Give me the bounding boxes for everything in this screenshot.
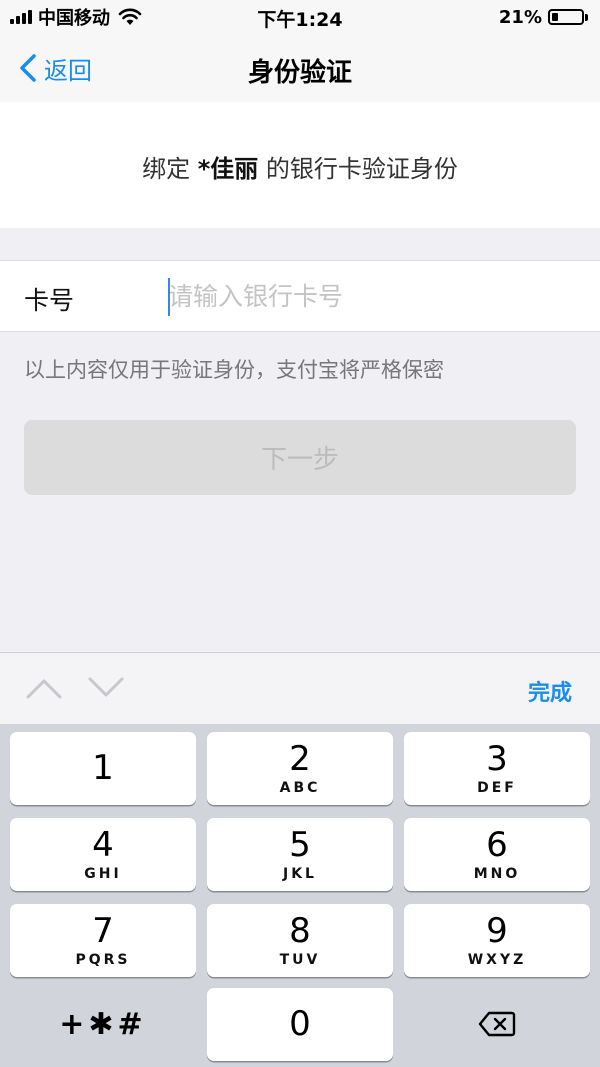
key-letters: PQRS xyxy=(75,952,131,968)
key-digit: 0 xyxy=(289,1004,311,1044)
key-digit: 2 xyxy=(289,739,311,779)
battery-icon xyxy=(548,9,584,25)
key-digit: 4 xyxy=(92,825,114,865)
key-digit: 1 xyxy=(92,748,114,788)
battery-cap xyxy=(585,13,588,21)
symbols-label: +✱# xyxy=(59,1007,147,1042)
chevron-up-icon[interactable] xyxy=(24,671,64,705)
key-2[interactable]: 2 ABC xyxy=(207,732,393,805)
intro-suffix: 的银行卡验证身份 xyxy=(258,155,458,183)
card-number-row: 卡号 xyxy=(0,260,600,332)
intro-section: 绑定 *佳丽 的银行卡验证身份 xyxy=(0,102,600,228)
key-3[interactable]: 3 DEF xyxy=(404,732,590,805)
key-1[interactable]: 1 xyxy=(10,732,196,805)
key-digit: 3 xyxy=(486,739,508,779)
key-0[interactable]: 0 xyxy=(207,988,393,1061)
numeric-keypad: 1 2 ABC 3 DEF 4 GHI 5 JKL 6 MNO 7 PQRS 8… xyxy=(0,724,600,1067)
privacy-hint: 以上内容仅用于验证身份，支付宝将严格保密 xyxy=(24,358,444,382)
key-6[interactable]: 6 MNO xyxy=(404,818,590,891)
key-5[interactable]: 5 JKL xyxy=(207,818,393,891)
delete-key[interactable] xyxy=(404,988,590,1061)
key-digit: 9 xyxy=(486,911,508,951)
battery-percent: 21% xyxy=(498,6,542,28)
masked-user-name: *佳丽 xyxy=(197,155,259,183)
key-letters: TUV xyxy=(279,952,321,968)
key-letters: DEF xyxy=(477,780,517,796)
key-7[interactable]: 7 PQRS xyxy=(10,904,196,977)
key-digit: 5 xyxy=(289,825,311,865)
keyboard-accessory-bar: 完成 xyxy=(0,652,600,724)
card-number-input[interactable] xyxy=(168,275,568,317)
key-4[interactable]: 4 GHI xyxy=(10,818,196,891)
key-9[interactable]: 9 WXYZ xyxy=(404,904,590,977)
key-digit: 6 xyxy=(486,825,508,865)
chevron-down-icon[interactable] xyxy=(86,671,126,705)
key-letters: MNO xyxy=(473,866,521,882)
key-digit: 7 xyxy=(92,911,114,951)
key-digit: 8 xyxy=(289,911,311,951)
battery-level xyxy=(552,13,558,21)
key-letters: JKL xyxy=(283,866,317,882)
nav-bar: 返回 身份验证 xyxy=(0,34,600,102)
key-symbols[interactable]: +✱# xyxy=(10,988,196,1061)
intro-text: 绑定 *佳丽 的银行卡验证身份 xyxy=(0,149,600,184)
backspace-icon xyxy=(478,1011,516,1037)
next-step-button[interactable]: 下一步 xyxy=(24,420,576,495)
text-caret xyxy=(168,278,170,316)
card-number-label: 卡号 xyxy=(24,286,75,315)
key-letters: ABC xyxy=(279,780,321,796)
status-bar: 中国移动 下午1:24 21% xyxy=(0,0,600,34)
done-button[interactable]: 完成 xyxy=(528,675,572,707)
page-title: 身份验证 xyxy=(247,58,352,88)
key-letters: WXYZ xyxy=(467,952,527,968)
intro-prefix: 绑定 xyxy=(142,155,198,183)
status-right: 21% xyxy=(499,5,588,29)
key-8[interactable]: 8 TUV xyxy=(207,904,393,977)
key-letters: GHI xyxy=(84,866,122,882)
